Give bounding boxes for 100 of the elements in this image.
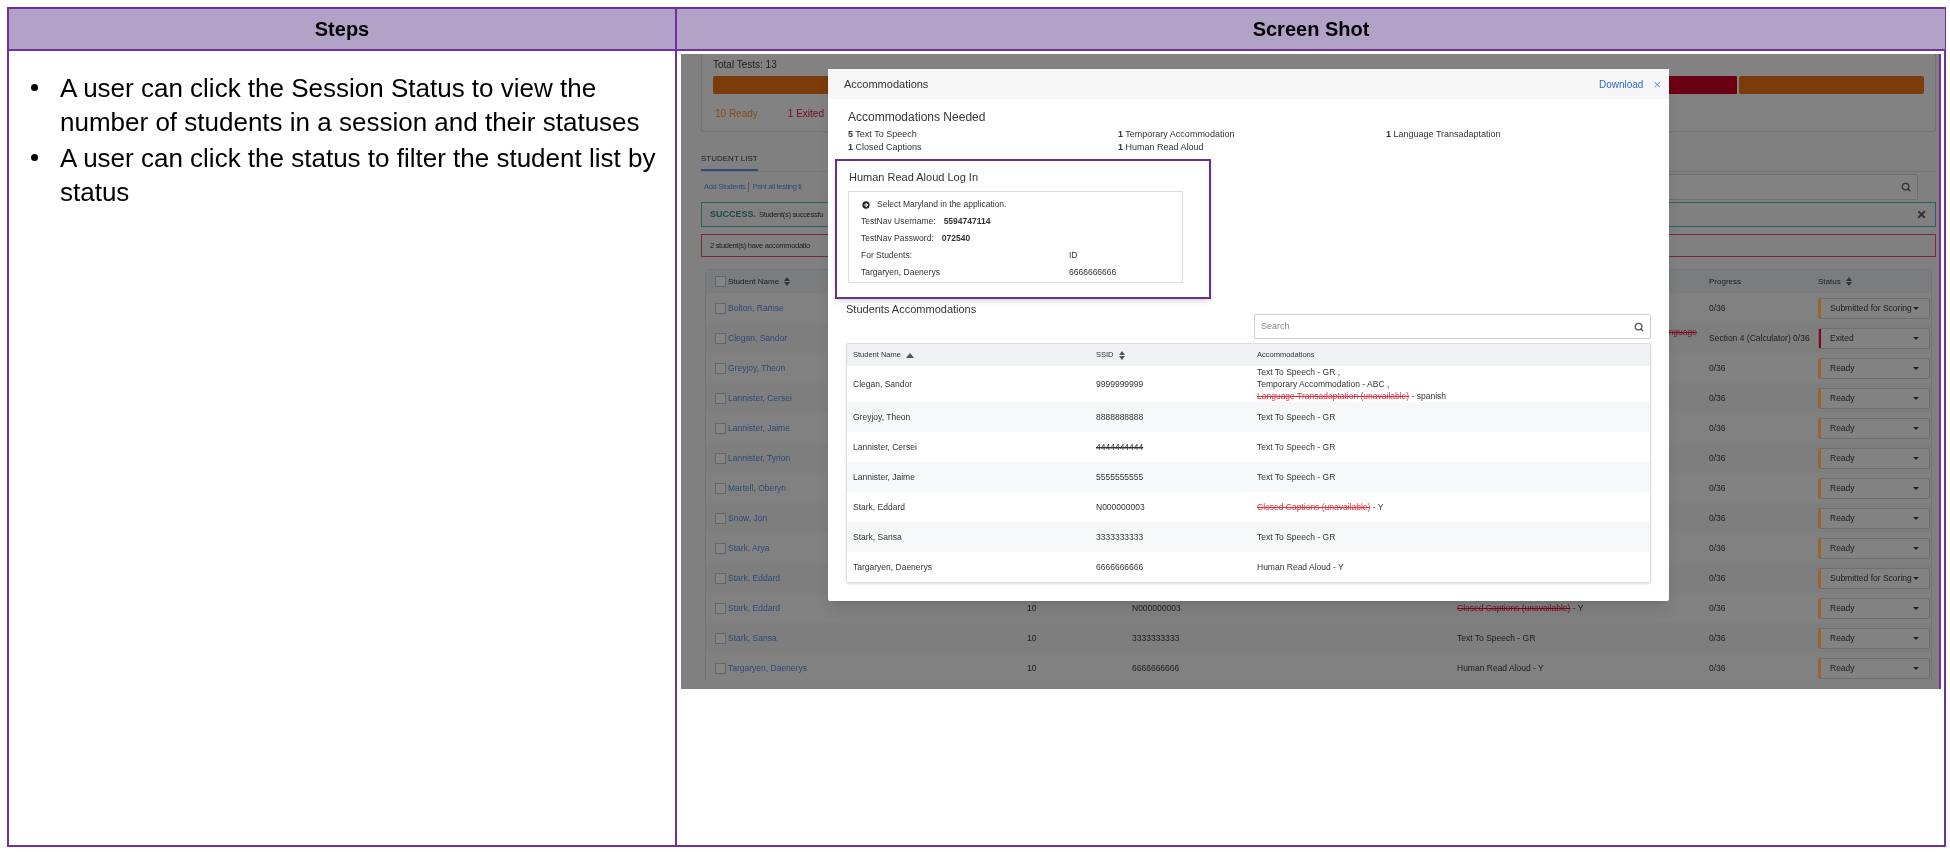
checkbox[interactable] <box>715 572 726 584</box>
checkbox[interactable] <box>715 362 726 374</box>
caret-icon <box>1913 306 1919 310</box>
student-name-link[interactable]: Clegan, Sandor <box>728 332 788 343</box>
student-name-link[interactable]: Martell, Oberyn <box>728 482 787 493</box>
status-dropdown[interactable]: Ready <box>1818 537 1930 559</box>
ssid-text: N000000003 <box>1132 602 1181 613</box>
student-name: Targaryen, Daenerys <box>853 561 932 572</box>
checkbox[interactable] <box>715 482 726 494</box>
student-name: Lannister, Cersei <box>853 441 917 452</box>
accommodation-text: Text To Speech - GR <box>1257 411 1337 423</box>
student-name: Targaryen, Daenerys <box>861 266 941 279</box>
caret-icon <box>1913 516 1919 520</box>
checkbox[interactable] <box>715 452 726 464</box>
student-name-link[interactable]: Stark, Arya <box>728 542 770 553</box>
status-dropdown[interactable]: Ready <box>1818 387 1930 409</box>
accommodation-count: 1 Closed Captions <box>848 141 923 154</box>
search-field[interactable]: Search <box>1254 314 1651 339</box>
accommodation-text: Human Read Aloud - Y <box>1457 661 1544 675</box>
section-title: Accommodations Needed <box>848 109 987 125</box>
student-name-link[interactable]: Greyjoy, Theon <box>728 362 786 373</box>
student-name: Greyjoy, Theon <box>853 411 911 422</box>
status-dropdown[interactable]: Ready <box>1818 447 1930 469</box>
student-name-link[interactable]: Stark, Sansa <box>728 632 777 643</box>
grade-text: 10 <box>1027 602 1037 613</box>
status-dropdown[interactable]: Exited <box>1818 327 1930 349</box>
column-header[interactable]: Progress <box>1709 275 1741 288</box>
ssid-text: N000000003 <box>1096 501 1145 512</box>
student-name-link[interactable]: Snow, Jon <box>728 512 768 523</box>
student-name-link[interactable]: Stark, Eddard <box>728 572 780 583</box>
checkbox[interactable] <box>715 302 726 314</box>
arrow-circle-icon <box>861 199 871 210</box>
credential-value: 5594747114 <box>943 215 991 228</box>
progress-text: 0/36 <box>1709 422 1726 433</box>
grade-text: 10 <box>1027 632 1037 643</box>
section-title: Human Read Aloud Log In <box>848 170 980 185</box>
column-header[interactable]: Status <box>1818 275 1852 288</box>
instruction-text: Select Maryland in the application. <box>877 198 1007 211</box>
close-icon[interactable] <box>1916 209 1927 220</box>
student-name: Clegan, Sandor <box>853 378 913 389</box>
close-button[interactable]: × <box>1653 77 1661 91</box>
student-name-link[interactable]: Lannister, Jaime <box>728 422 790 433</box>
student-name-link[interactable]: Stark, Eddard <box>728 602 780 613</box>
column-header[interactable]: Student Name <box>728 275 791 288</box>
search-placeholder: Search <box>1261 319 1290 333</box>
checkbox[interactable] <box>715 422 726 434</box>
student-name-link[interactable]: Bolton, Ramse <box>728 302 784 313</box>
caret-icon <box>1913 486 1919 490</box>
accommodation-text: Closed Captions (unavailable) - Y <box>1457 601 1584 615</box>
column-header: ID <box>1069 249 1078 262</box>
dialog-title: Accommodations <box>844 76 929 92</box>
student-name-link[interactable]: Targaryen, Daenerys <box>728 662 807 673</box>
checkbox[interactable] <box>715 662 726 674</box>
status-dropdown[interactable]: Ready <box>1818 627 1930 649</box>
checkbox[interactable] <box>715 392 726 404</box>
progress-text: 0/36 <box>1709 542 1726 553</box>
status-dropdown[interactable]: Ready <box>1818 417 1930 439</box>
step-text: A user can click the status to filter the student list by status <box>60 142 657 209</box>
search-icon <box>1901 182 1911 192</box>
bullet-icon <box>31 154 38 161</box>
status-dropdown[interactable]: Ready <box>1818 477 1930 499</box>
student-name: Stark, Sansa <box>853 531 902 542</box>
progress-text: 0/36 <box>1709 452 1726 463</box>
ssid-text: 6666666666 <box>1132 662 1180 673</box>
caret-icon <box>1913 336 1919 340</box>
ssid-text: 8888888888 <box>1096 411 1144 422</box>
accommodation-count: 1 Human Read Aloud <box>1118 141 1205 154</box>
status-count-link[interactable]: 1 Exited <box>787 106 824 121</box>
student-name-link[interactable]: Lannister, Tyrion <box>728 452 791 463</box>
success-title: SUCCESS. <box>710 207 756 221</box>
ssid-text: 4444444444 <box>1096 441 1144 452</box>
checkbox[interactable] <box>715 632 726 644</box>
section-title: Students Accommodations <box>846 302 977 317</box>
checkbox[interactable] <box>715 276 726 287</box>
column-header: Steps <box>9 9 677 51</box>
status-dropdown[interactable]: Submitted for Scoring <box>1818 567 1930 589</box>
credential-label: TestNav Username: <box>861 215 936 228</box>
checkbox[interactable] <box>715 542 726 554</box>
ssid-text: 5555555555 <box>1096 471 1144 482</box>
status-dropdown[interactable]: Ready <box>1818 597 1930 619</box>
ssid-text: 6666666666 <box>1096 561 1144 572</box>
caret-icon <box>1913 666 1919 670</box>
progress-text: 0/36 <box>1709 662 1726 673</box>
accommodation-text: nguage <box>1668 326 1697 339</box>
accommodation-count: 5 Text To Speech <box>848 128 918 141</box>
ssid-text: 9999999999 <box>1096 378 1144 389</box>
progress-text: 0/36 <box>1709 362 1726 373</box>
student-list-tab[interactable]: STUDENT LIST <box>701 153 758 171</box>
accommodation-text: Text To Speech - GR <box>1257 441 1337 453</box>
student-name-link[interactable]: Lannister, Cersei <box>728 392 792 403</box>
status-dropdown[interactable]: Submitted for Scoring <box>1818 297 1930 319</box>
checkbox[interactable] <box>715 602 726 614</box>
download-link[interactable]: Download <box>1598 76 1644 92</box>
status-dropdown[interactable]: Ready <box>1818 357 1930 379</box>
status-dropdown[interactable]: Ready <box>1818 657 1930 679</box>
checkbox[interactable] <box>715 332 726 344</box>
credential-value: 072540 <box>941 232 971 245</box>
checkbox[interactable] <box>715 512 726 524</box>
status-dropdown[interactable]: Ready <box>1818 507 1930 529</box>
caret-icon <box>1913 606 1919 610</box>
